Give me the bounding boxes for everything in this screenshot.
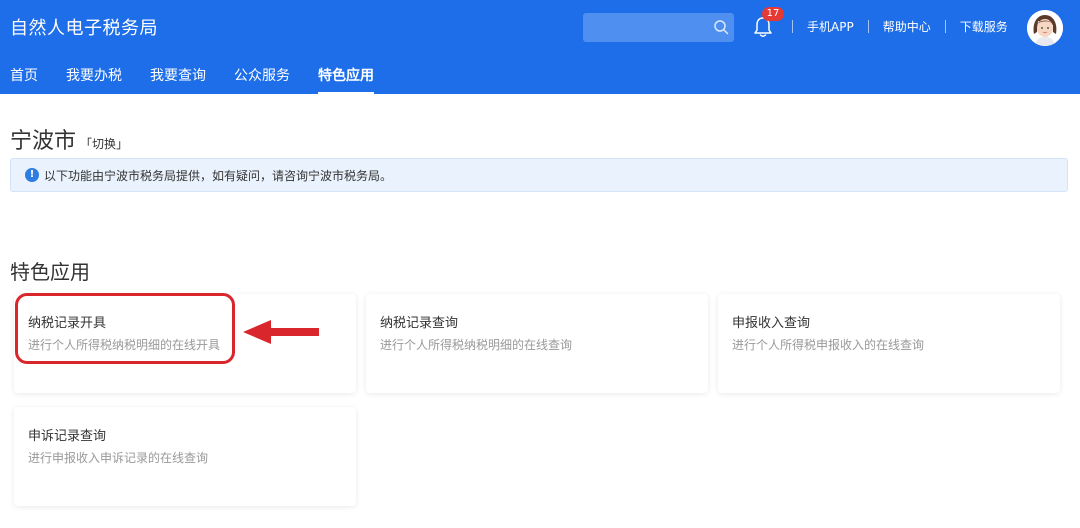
nav-public-service[interactable]: 公众服务 <box>234 66 290 94</box>
card-tax-record-query[interactable]: 纳税记录查询 进行个人所得税纳税明细的在线查询 <box>366 294 708 393</box>
city-switch-link[interactable]: 「切换」 <box>80 135 128 152</box>
city-name: 宁波市 <box>10 129 77 154</box>
section-title: 特色应用 <box>10 260 90 284</box>
arrow-left-icon <box>243 320 319 344</box>
download-service-link[interactable]: 下载服务 <box>946 18 1008 35</box>
highlight-annotation <box>15 293 235 364</box>
card-description: 进行个人所得税纳税明细的在线查询 <box>380 338 573 352</box>
card-appeal-record-query[interactable]: 申诉记录查询 进行申报收入申诉记录的在线查询 <box>14 407 356 506</box>
card-title: 纳税记录查询 <box>380 316 459 331</box>
avatar-icon[interactable] <box>1027 10 1063 46</box>
nav-tax-handling[interactable]: 我要办税 <box>66 66 122 94</box>
card-title: 申报收入查询 <box>732 316 811 331</box>
card-income-declaration-query[interactable]: 申报收入查询 进行个人所得税申报收入的在线查询 <box>718 294 1060 393</box>
notification-badge: 17 <box>762 7 784 21</box>
help-center-link[interactable]: 帮助中心 <box>869 18 945 35</box>
app-title: 自然人电子税务局 <box>10 18 158 39</box>
location-row: 宁波市 「切换」 <box>10 123 128 155</box>
card-description: 进行个人所得税申报收入的在线查询 <box>732 338 925 352</box>
nav-home[interactable]: 首页 <box>10 66 38 94</box>
notice-banner: ! 以下功能由宁波市税务局提供，如有疑问，请咨询宁波市税务局。 <box>10 158 1068 192</box>
top-header: 自然人电子税务局 17 手机APP 帮助中心 下载服务 首页 我要办税 我要查询… <box>0 0 1080 94</box>
search-input[interactable] <box>583 13 734 42</box>
notice-text: 以下功能由宁波市税务局提供，如有疑问，请咨询宁波市税务局。 <box>44 168 393 183</box>
card-title: 申诉记录查询 <box>28 429 107 444</box>
nav-featured-apps[interactable]: 特色应用 <box>318 66 374 94</box>
main-nav: 首页 我要办税 我要查询 公众服务 特色应用 <box>0 66 392 94</box>
mobile-app-link[interactable]: 手机APP <box>793 18 868 35</box>
search-icon[interactable] <box>713 19 729 35</box>
card-description: 进行申报收入申诉记录的在线查询 <box>28 451 209 465</box>
top-links: 手机APP 帮助中心 下载服务 <box>792 18 1008 35</box>
info-icon: ! <box>25 168 39 182</box>
nav-query[interactable]: 我要查询 <box>150 66 206 94</box>
